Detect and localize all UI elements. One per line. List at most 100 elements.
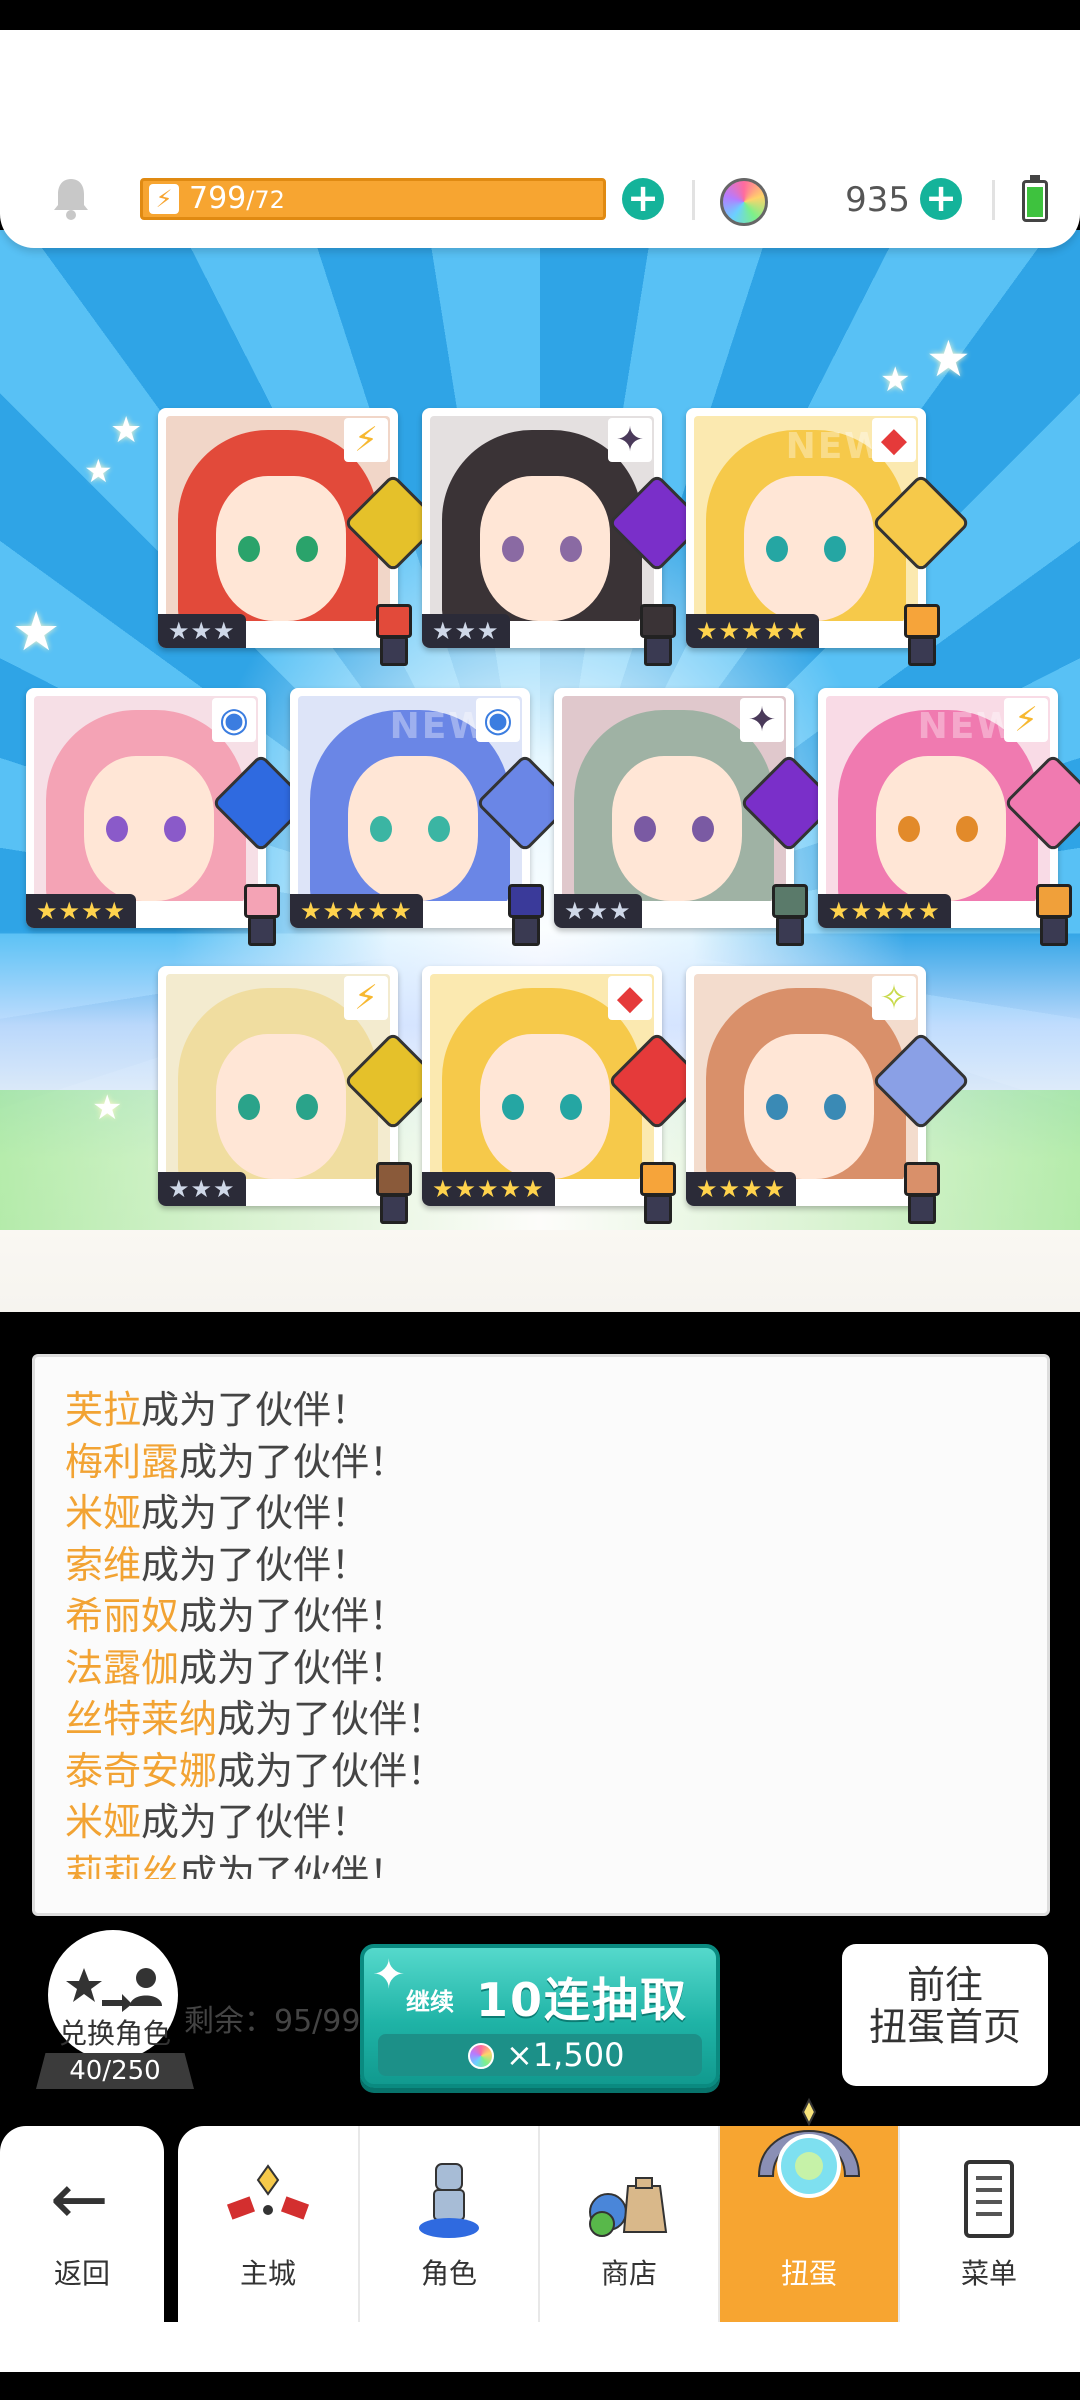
bottom-tab-bar: ← 返回 主城 角色 商店 扭蛋 菜单 [0,2097,1080,2322]
draw-10-button[interactable]: ✦ 继续 10连抽取 ×1,500 [360,1944,720,2088]
status-bar [0,0,1080,30]
fire-element-icon: ◆ [608,976,652,1020]
divider [992,180,995,220]
tab-shop[interactable]: 商店 [538,2126,718,2322]
energy-max: /72 [246,186,285,214]
rarity-stars: ★★★★ [26,894,137,928]
log-line: 莉莉丝成为了伙伴！ [65,1849,1017,1879]
result-card[interactable]: ◆ ★★★★★ [422,966,707,1224]
log-character-name: 希丽奴 [65,1594,180,1638]
sparkle-star-icon: ★ [12,600,61,663]
bell-icon[interactable] [50,175,92,221]
goto-gacha-home-button[interactable]: 前往 扭蛋首页 [842,1944,1048,2086]
rarity-stars: ★★★ [422,614,510,648]
system-nav-area [0,2322,1080,2372]
rarity-stars: ★★★★ [686,1172,797,1206]
result-card[interactable]: NEW ◉ ★★★★★ [290,688,575,946]
tab-characters[interactable]: 角色 [358,2126,538,2322]
tab-label: 主城 [239,2257,296,2290]
result-card[interactable]: NEW ◆ ★★★★★ [686,408,971,666]
log-line: 索维成为了伙伴！ [65,1540,1017,1592]
result-card[interactable]: ✦ ★★★ [554,688,839,946]
log-character-name: 法露伽 [65,1645,180,1690]
add-gems-button[interactable]: + [920,178,962,220]
log-text: 成为了伙伴！ [141,1388,370,1432]
result-card[interactable]: ✦ ★★★ [422,408,707,666]
log-text: 成为了伙伴！ [141,1542,370,1587]
log-character-name: 莉莉丝 [65,1851,180,1879]
dark-element-icon: ✦ [740,698,784,742]
result-card[interactable]: NEW ⚡ ★★★★★ [818,688,1080,946]
log-character-name: 米娅 [65,1491,142,1535]
rarity-stars: ★★★★★ [818,894,951,928]
sparkle-star-icon: ★ [92,1088,123,1128]
tab-gacha[interactable]: 扭蛋 [718,2097,898,2322]
log-line: 希丽奴成为了伙伴！ [65,1591,1017,1643]
tab-label: 菜单 [960,2257,1017,2290]
sparkle-star-icon: ★ [110,410,143,451]
result-card[interactable]: ◉ ★★★★ [26,688,311,946]
water-element-icon: ◉ [476,698,520,742]
log-text: 成为了伙伴！ [179,1594,408,1638]
chibi-sprite-icon [496,884,556,954]
star-to-person-icon [66,1968,162,2012]
arrow-left-icon: ← [50,2158,109,2240]
chibi-sprite-icon [628,604,688,674]
menu-icon [964,2160,1014,2238]
tab-menu[interactable]: 菜单 [898,2126,1078,2322]
fire-element-icon: ◆ [872,418,916,462]
chibi-sprite-icon [892,604,952,674]
new-watermark: NEW [389,706,490,747]
add-energy-button[interactable]: + [622,178,664,220]
water-element-icon: ◉ [212,698,256,742]
log-line: 泰奇安娜成为了伙伴！ [65,1746,1017,1798]
exchange-count: 40/250 [36,2053,194,2089]
new-watermark: NEW [785,426,886,467]
tab-label: 商店 [600,2257,657,2290]
shop-icon [589,2177,668,2237]
tab-label: 扭蛋 [780,2257,837,2290]
chibi-sprite-icon [364,1162,424,1232]
character-icon [419,2163,479,2238]
log-character-name: 泰奇安娜 [65,1748,218,1793]
energy-bar: ⚡ 799/72 [140,178,606,220]
chibi-sprite-icon [232,884,292,954]
log-line: 丝特莱纳成为了伙伴！ [65,1694,1017,1746]
chibi-sprite-icon [364,604,424,674]
log-line: 米娅成为了伙伴！ [65,1488,1017,1540]
battery-icon [1022,175,1048,222]
chibi-sprite-icon [628,1162,688,1232]
log-character-name: 索维 [65,1542,142,1587]
result-log-panel[interactable]: 芙拉成为了伙伴！ 梅利露成为了伙伴！ 米娅成为了伙伴！ 索维成为了伙伴！ 希丽奴… [32,1354,1050,1916]
gem-icon [468,2043,494,2069]
chibi-sprite-icon [1024,884,1080,954]
chibi-sprite-icon [760,884,820,954]
result-card[interactable]: ⚡ ★★★ [158,408,443,666]
rarity-stars: ★★★★★ [422,1172,555,1206]
rarity-stars: ★★★★★ [686,614,819,648]
energy-current: 799 [189,181,247,216]
log-line: 米娅成为了伙伴！ [65,1797,1017,1849]
result-card[interactable]: ⚡ ★★★ [158,966,443,1224]
result-card[interactable]: ✧ ★★★★ [686,966,971,1224]
draw-cost-value: ×1,500 [506,2036,625,2074]
light-element-icon: ✧ [872,976,916,1020]
log-character-name: 米娅 [65,1800,142,1844]
gacha-result-stage: ★ ★ ★ ★ ★ ★ ⚡ ★★★ ✦ ★★★ NEW ◆ ★★★★★ ◉ ★★★★ NEW ◉ ★★… [0,230,1080,1312]
divider [692,180,695,220]
log-text: 成为了伙伴！ [217,1748,446,1793]
log-text: 成为了伙伴！ [217,1697,446,1741]
bottom-black-bar [0,2372,1080,2400]
rarity-stars: ★★★ [158,1172,246,1206]
exchange-character-button[interactable]: 兑换角色 40/250 [36,1930,194,2090]
chibi-sprite-icon [892,1162,952,1232]
back-button[interactable]: ← 返回 [0,2126,164,2322]
log-text: 成为了伙伴！ [141,1800,370,1844]
dark-element-icon: ✦ [608,418,652,462]
new-watermark: NEW [917,706,1018,747]
log-text: 成为了伙伴！ [141,1491,370,1535]
log-character-name: 梅利露 [65,1439,180,1484]
tab-main-city[interactable]: 主城 [178,2126,358,2322]
draw-cost: ×1,500 [378,2034,702,2076]
lightning-element-icon: ⚡ [1004,698,1048,742]
